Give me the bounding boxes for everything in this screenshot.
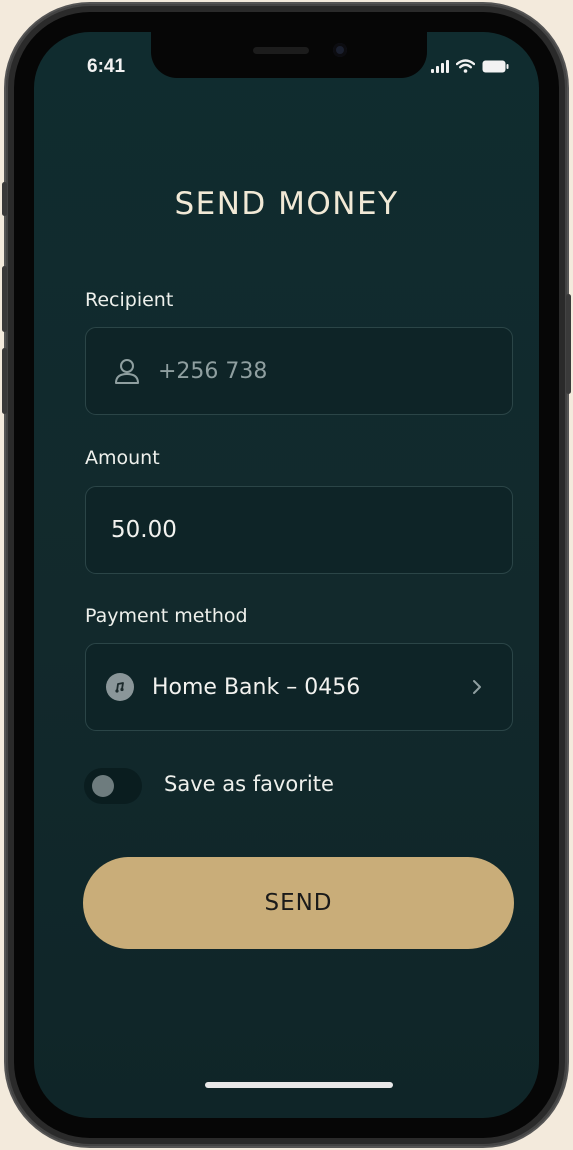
status-icons xyxy=(431,59,509,73)
wifi-icon xyxy=(456,59,475,73)
status-time: 6:41 xyxy=(87,56,126,77)
payment-method-value: Home Bank – 0456 xyxy=(152,674,361,700)
recipient-field[interactable]: +256 738 xyxy=(85,327,513,415)
amount-field[interactable]: 50.00 xyxy=(85,486,513,574)
save-favorite-toggle[interactable] xyxy=(84,768,142,804)
volume-down-button xyxy=(2,348,7,414)
recipient-label: Recipient xyxy=(85,289,174,311)
save-favorite-label: Save as favorite xyxy=(164,772,334,796)
mute-switch xyxy=(2,182,7,216)
payment-method-label: Payment method xyxy=(85,605,248,627)
cellular-signal-icon xyxy=(431,60,449,73)
toggle-knob xyxy=(92,775,114,797)
bank-icon xyxy=(106,673,134,701)
payment-method-select[interactable]: Home Bank – 0456 xyxy=(85,643,513,731)
send-button[interactable]: SEND xyxy=(83,857,514,949)
front-camera xyxy=(333,43,347,57)
power-button xyxy=(566,294,571,394)
chevron-right-icon xyxy=(473,680,481,694)
battery-icon xyxy=(482,60,509,73)
speaker xyxy=(253,47,309,54)
phone-frame: 6:41 SEND MONEY Recipient +256 738 Amoun… xyxy=(2,4,571,1146)
app-screen: 6:41 SEND MONEY Recipient +256 738 Amoun… xyxy=(34,32,539,1118)
home-indicator[interactable] xyxy=(205,1082,393,1088)
volume-up-button xyxy=(2,266,7,332)
notch xyxy=(151,32,427,78)
page-title: SEND MONEY xyxy=(174,186,399,222)
person-icon xyxy=(115,359,139,384)
amount-value: 50.00 xyxy=(111,517,177,543)
recipient-value: +256 738 xyxy=(158,358,268,384)
amount-label: Amount xyxy=(85,447,160,469)
